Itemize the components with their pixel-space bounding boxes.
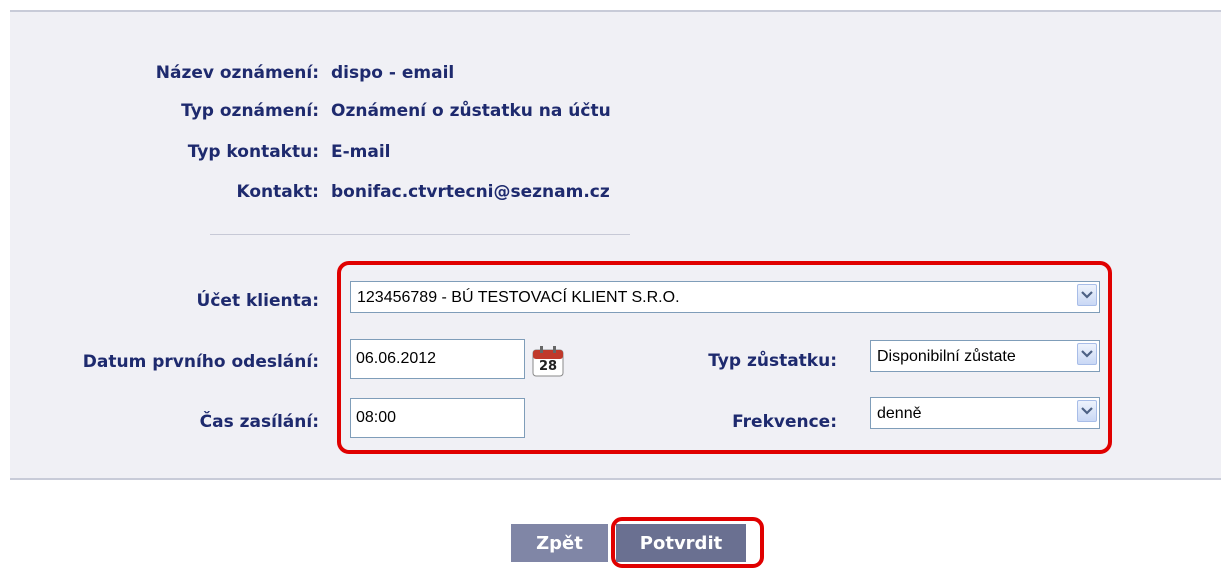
confirm-button[interactable]: Potvrdit (616, 524, 746, 562)
contact-label: Kontakt: (236, 182, 320, 202)
balance-type-select-value: Disponibilní zůstate (877, 348, 1016, 365)
contact-type-value: E-mail (331, 142, 391, 162)
section-divider (210, 234, 630, 235)
account-label: Účet klienta: (196, 291, 319, 311)
balance-type-select[interactable]: Disponibilní zůstate (870, 340, 1100, 372)
calendar-day-number: 28 (539, 359, 558, 374)
send-time-label: Čas zasílání: (199, 412, 319, 432)
send-time-input[interactable] (350, 398, 525, 438)
calendar-icon[interactable]: 28 (529, 344, 571, 378)
chevron-down-icon[interactable] (1077, 400, 1097, 422)
notification-name-label: Název oznámení: (155, 63, 319, 83)
frequency-label: Frekvence: (732, 412, 837, 432)
notification-type-value: Oznámení o zůstatku na účtu (331, 101, 611, 121)
contact-value: bonifac.ctvrtecni@seznam.cz (331, 182, 610, 202)
frequency-select-value: denně (877, 405, 922, 422)
account-select-value: 123456789 - BÚ TESTOVACÍ KLIENT S.R.O. (357, 289, 680, 306)
balance-type-label: Typ zůstatku: (708, 351, 837, 371)
notification-type-label: Typ oznámení: (181, 101, 319, 121)
back-button[interactable]: Zpět (511, 524, 608, 562)
contact-type-label: Typ kontaktu: (187, 142, 319, 162)
chevron-down-icon[interactable] (1077, 284, 1097, 306)
frequency-select[interactable]: denně (870, 397, 1100, 429)
account-select[interactable]: 123456789 - BÚ TESTOVACÍ KLIENT S.R.O. (350, 281, 1100, 313)
first-send-date-label: Datum prvního odeslání: (82, 352, 319, 372)
notification-name-value: dispo - email (331, 63, 455, 83)
first-send-date-input[interactable] (350, 339, 525, 379)
chevron-down-icon[interactable] (1077, 343, 1097, 365)
